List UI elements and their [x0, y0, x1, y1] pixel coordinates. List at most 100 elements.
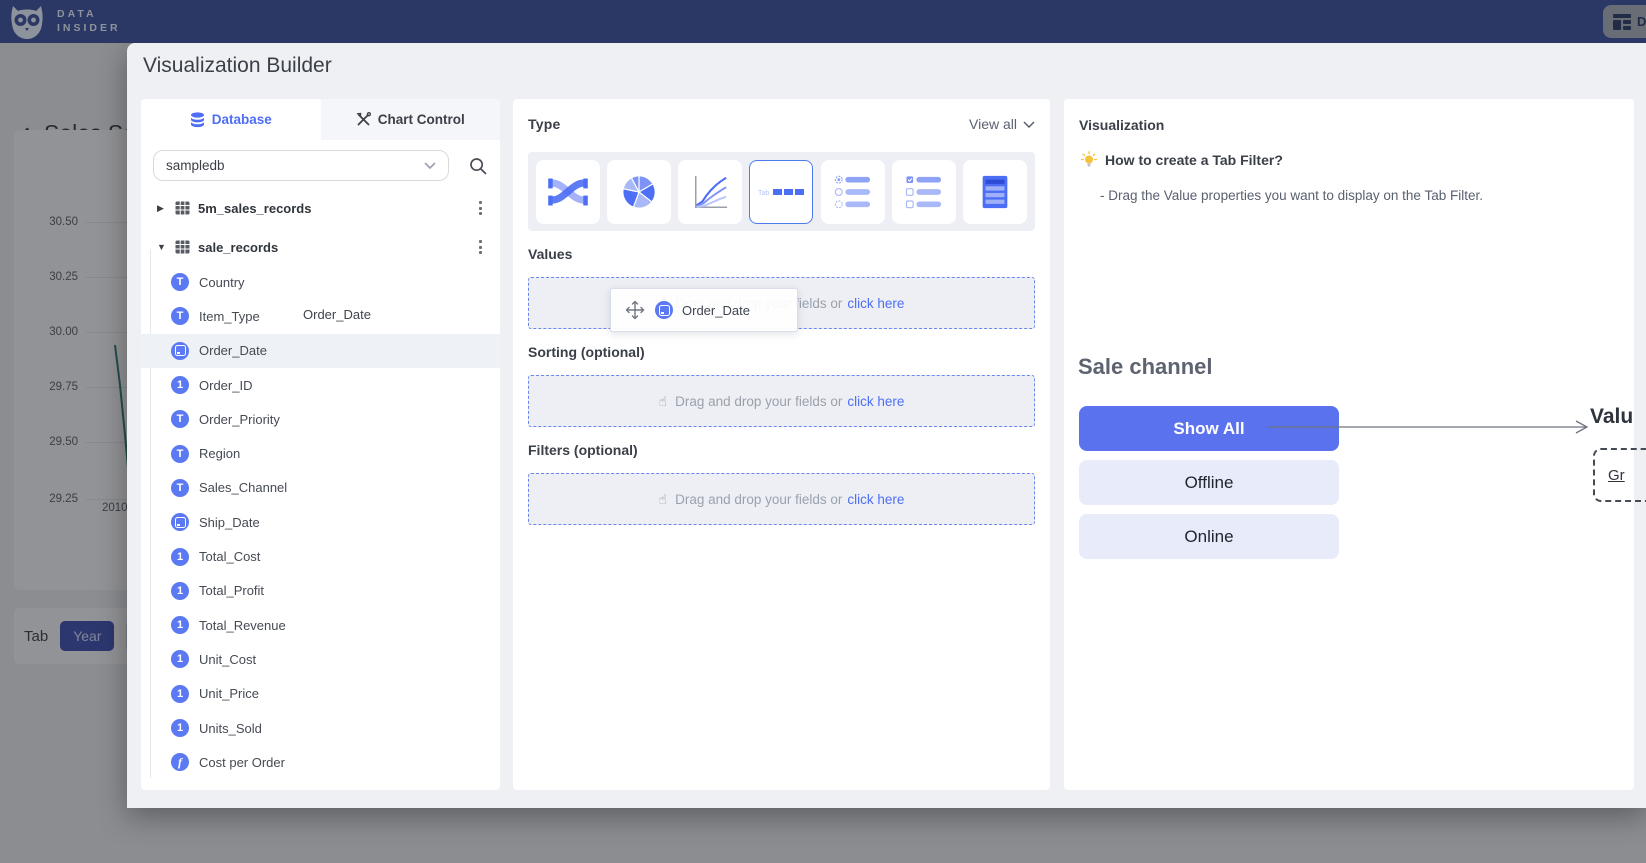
kebab-menu-icon[interactable] [479, 201, 482, 215]
database-icon [190, 112, 205, 128]
field-item-order-id[interactable]: 1 Order_ID [141, 368, 500, 402]
brand-name: DATA INSIDER [57, 7, 121, 35]
top-nav: DATA INSIDER D [0, 0, 1646, 43]
field-item-country[interactable]: TCountry [141, 265, 500, 299]
field-item-item-type[interactable]: TItem_Type [141, 299, 500, 333]
lightbulb-icon [1080, 151, 1098, 169]
field-item-order-date[interactable]: Order_Date [141, 334, 500, 368]
field-item-sales-channel[interactable]: T Sales_Channel [141, 471, 500, 505]
caret-right-icon[interactable]: ▶ [157, 203, 169, 214]
field-label: Unit_Cost [199, 652, 256, 667]
number-field-type-icon: 1 [171, 616, 189, 634]
sorting-dropzone[interactable]: ☝ Drag and drop your fields or click her… [528, 375, 1035, 427]
tab-database[interactable]: Database [141, 99, 321, 140]
filters-dropzone[interactable]: ☝ Drag and drop your fields or click her… [528, 473, 1035, 525]
chart-type-radio-list[interactable] [821, 160, 885, 224]
field-label: Order_ID [199, 378, 252, 393]
number-field-type-icon: 1 [171, 685, 189, 703]
field-label: Cost per Order [199, 755, 285, 770]
field-item-unit-price[interactable]: 1Unit_Price [141, 677, 500, 711]
field-label: Item_Type [199, 309, 260, 324]
database-select[interactable]: sampledb [153, 150, 449, 181]
field-item-cost-per-order[interactable]: fCost per Order [141, 745, 500, 779]
annotation-group-box: Gr [1593, 448, 1646, 502]
hint-body: - Drag the Value properties you want to … [1100, 188, 1483, 203]
option-online[interactable]: Online [1079, 514, 1339, 559]
visualization-builder-modal: Visualization Builder Order_Date Databas… [127, 43, 1646, 808]
drag-hand-icon: ☝ [659, 393, 668, 410]
click-here-link[interactable]: click here [847, 296, 904, 311]
field-label: Order_Priority [199, 412, 280, 427]
field-label: Total_Profit [199, 583, 264, 598]
annotation-group-label: Gr [1608, 467, 1625, 484]
field-label: Region [199, 446, 240, 461]
tab-database-label: Database [212, 112, 272, 127]
field-label: Ship_Date [199, 515, 260, 530]
filters-section-label: Filters (optional) [528, 442, 638, 458]
field-item-ship-date[interactable]: Ship_Date [141, 505, 500, 539]
number-field-type-icon: 1 [171, 719, 189, 737]
chart-type-checkbox-list[interactable] [892, 160, 956, 224]
text-field-type-icon: T [171, 479, 189, 497]
field-item-unit-cost[interactable]: 1Unit_Cost [141, 642, 500, 676]
chart-type-table[interactable] [963, 160, 1027, 224]
dashboard-nav-button[interactable]: D [1603, 5, 1646, 38]
hint-row: How to create a Tab Filter? [1080, 151, 1283, 169]
ghost-field-label: Order_Date [682, 303, 750, 318]
view-all-dropdown[interactable]: View all [969, 116, 1035, 132]
tools-icon [356, 112, 371, 127]
chevron-down-icon [424, 162, 436, 169]
text-field-type-icon: T [171, 445, 189, 463]
field-item-total-profit[interactable]: 1 Total_Profit [141, 574, 500, 608]
field-item-total-cost[interactable]: 1Total_Cost [141, 539, 500, 573]
table-item-5m-sales-records[interactable]: ▶ 5m_sales_records [141, 191, 500, 225]
dropzone-placeholder: Drag and drop your fields or [675, 492, 842, 507]
search-icon[interactable] [468, 156, 488, 181]
field-item-region[interactable]: T Region [141, 436, 500, 470]
option-offline[interactable]: Offline [1079, 460, 1339, 505]
chart-type-line[interactable] [678, 160, 742, 224]
number-field-type-icon: 1 [171, 582, 189, 600]
click-here-link[interactable]: click here [847, 492, 904, 507]
modal-title: Visualization Builder [143, 54, 332, 78]
values-section-label: Values [528, 246, 572, 262]
field-list: TCountryTItem_TypeOrder_Date1Order_IDTOr… [141, 265, 500, 779]
widget-title: Sale channel [1078, 354, 1213, 380]
field-label: Sales_Channel [199, 480, 287, 495]
field-label: Country [199, 275, 245, 290]
calendar-field-type-icon [171, 342, 189, 360]
table-item-sale-records[interactable]: ▼ sale_records [141, 230, 500, 264]
move-icon [624, 299, 646, 321]
table-label: sale_records [198, 240, 278, 255]
field-label: Total_Revenue [199, 618, 286, 633]
field-label: Order_Date [199, 343, 267, 358]
database-select-value: sampledb [166, 158, 225, 173]
caret-down-icon[interactable]: ▼ [157, 242, 169, 252]
chart-type-tab-filter[interactable]: Tab [749, 160, 813, 224]
field-item-order-priority[interactable]: T Order_Priority [141, 402, 500, 436]
type-section-label: Type [528, 116, 560, 132]
calendar-field-type-icon [655, 301, 673, 319]
number-field-type-icon: 1 [171, 376, 189, 394]
chevron-down-icon [1023, 121, 1035, 128]
sorting-section-label: Sorting (optional) [528, 344, 645, 360]
database-panel: Database Chart Control sampledb [141, 99, 500, 790]
drag-ghost-card: Order_Date [610, 288, 798, 332]
calendar-field-type-icon [171, 513, 189, 531]
screen: DATA INSIDER D Sales Sa 30.5030.2530.002… [0, 0, 1646, 863]
click-here-link[interactable]: click here [847, 394, 904, 409]
dashboard-grid-icon [1613, 14, 1631, 30]
view-all-label: View all [969, 116, 1017, 132]
visualization-panel: Visualization How to create a Tab Filter… [1064, 99, 1634, 790]
nav-button-label: D [1637, 14, 1646, 29]
field-item-total-revenue[interactable]: 1 Total_Revenue [141, 608, 500, 642]
field-item-units-sold[interactable]: 1Units_Sold [141, 711, 500, 745]
builder-panel: Type View all [513, 99, 1050, 790]
kebab-menu-icon[interactable] [479, 240, 482, 254]
annotation-arrow [1268, 419, 1598, 435]
tab-chart-control[interactable]: Chart Control [321, 99, 501, 140]
chart-type-pie[interactable] [607, 160, 671, 224]
chart-type-sankey[interactable] [536, 160, 600, 224]
visualization-section-label: Visualization [1079, 117, 1164, 133]
text-field-type-icon: T [171, 410, 189, 428]
